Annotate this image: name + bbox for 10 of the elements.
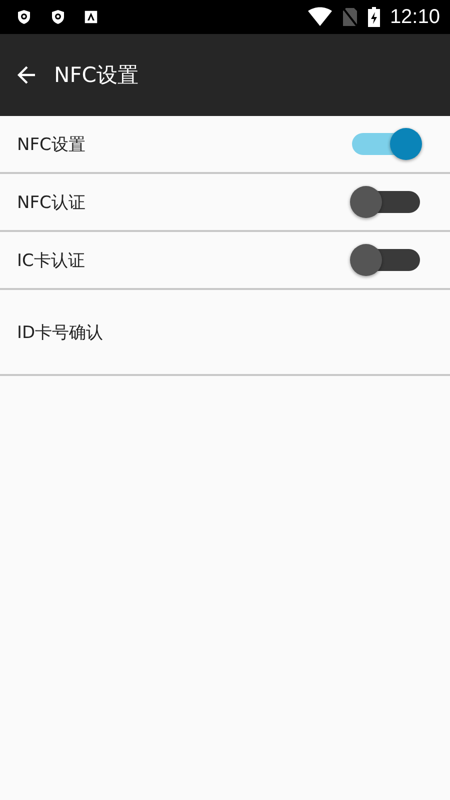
clock-time: 12:10 (390, 6, 440, 28)
settings-row[interactable]: NFC设置 (0, 116, 450, 174)
settings-row[interactable]: NFC认证 (0, 174, 450, 232)
setting-label: ID卡号确认 (17, 322, 104, 344)
page-title: NFC设置 (54, 62, 138, 89)
setting-label: NFC认证 (17, 192, 86, 214)
setting-label: IC卡认证 (17, 250, 85, 272)
settings-row[interactable]: ID卡号确认 (0, 290, 450, 376)
settings-row[interactable]: IC卡认证 (0, 232, 450, 290)
setting-label: NFC设置 (17, 134, 86, 156)
